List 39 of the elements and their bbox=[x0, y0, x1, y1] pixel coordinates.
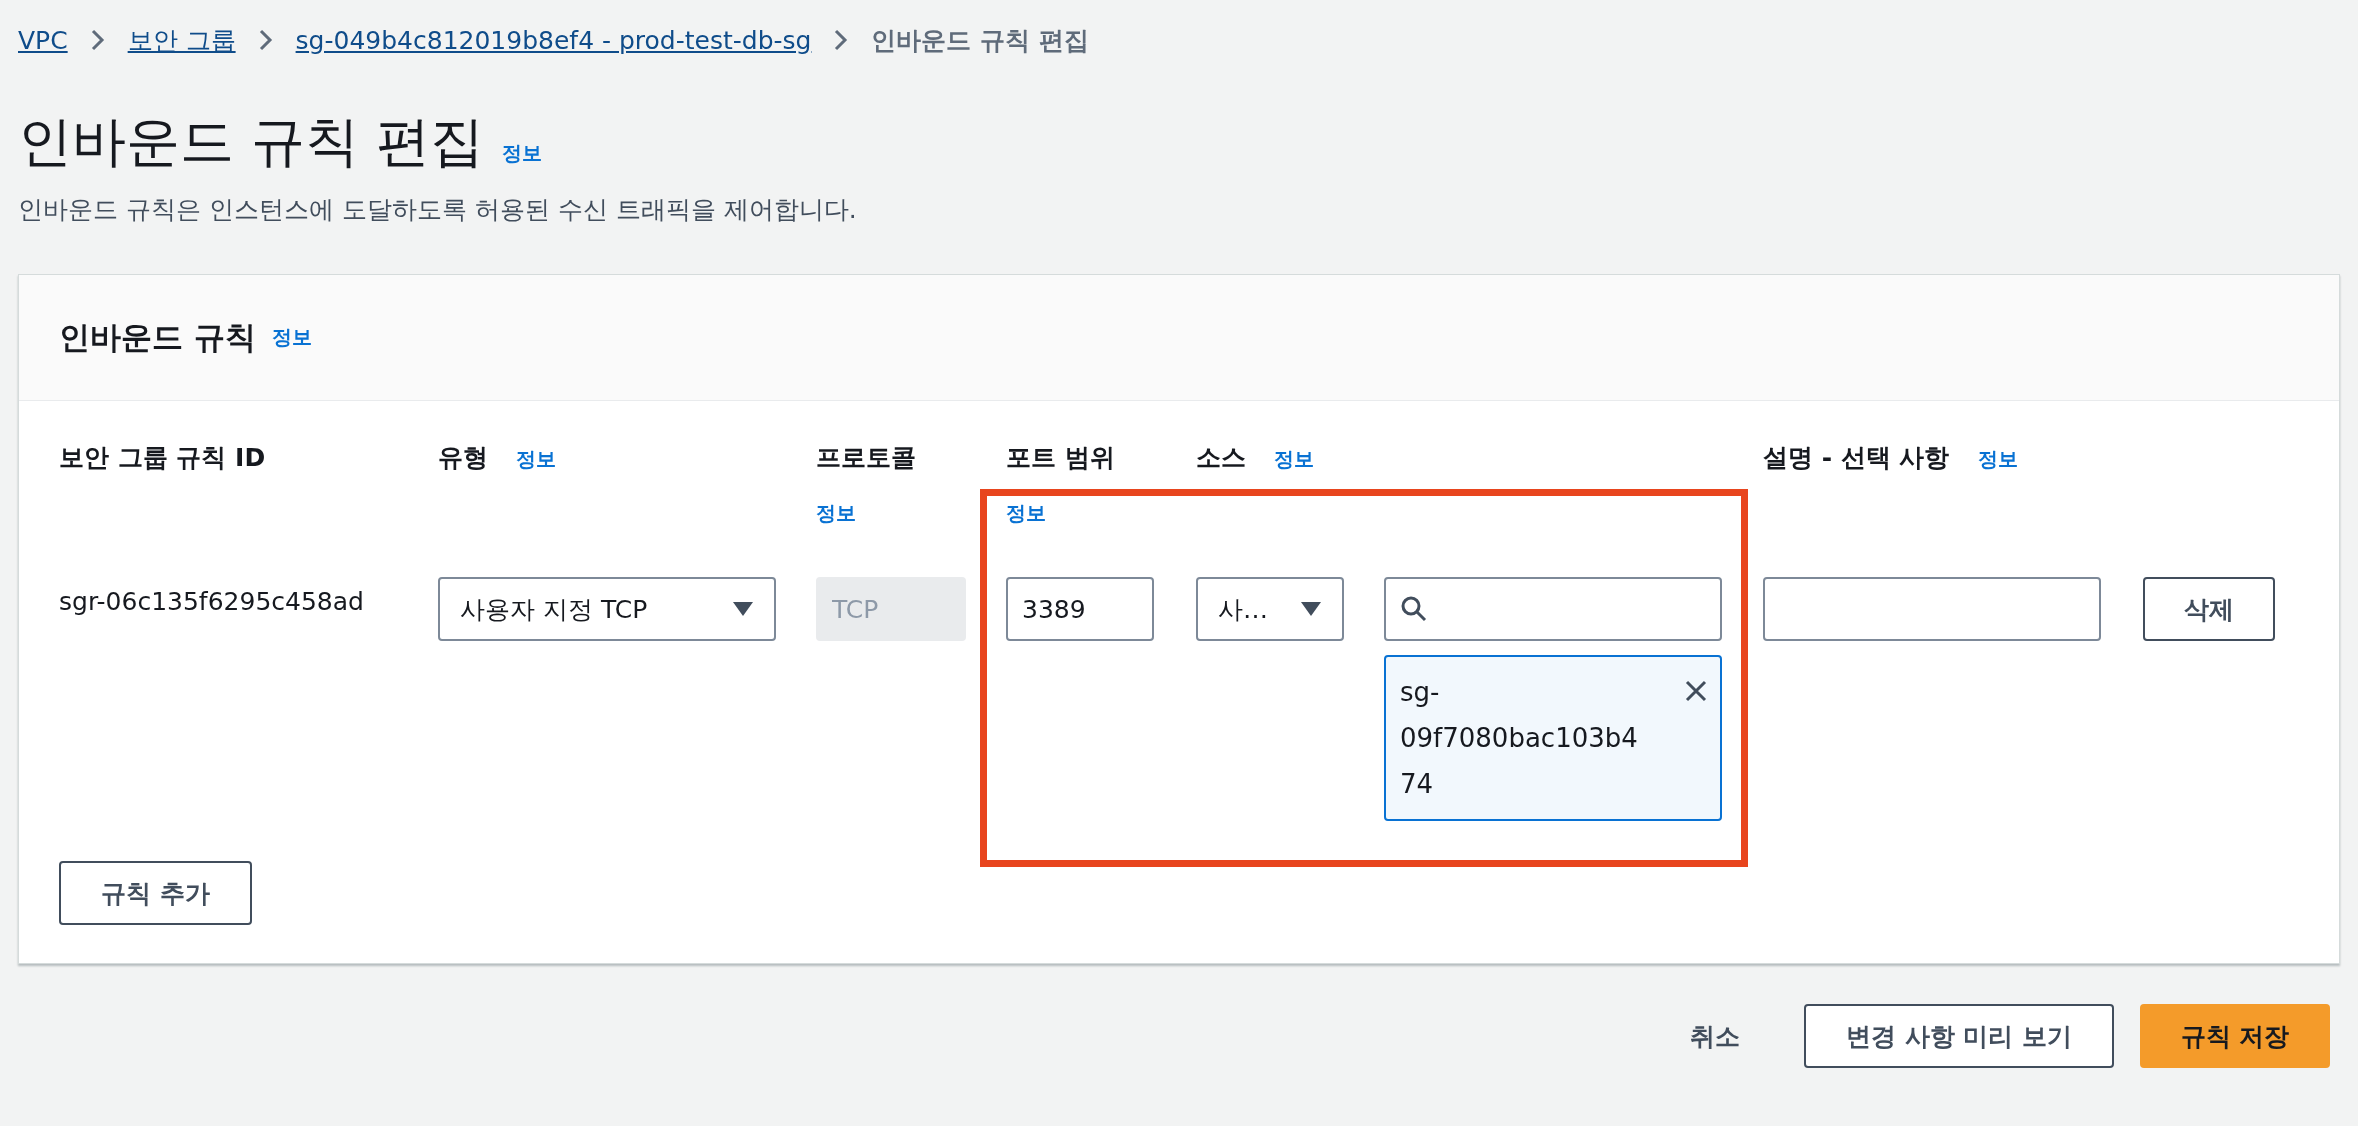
type-dropdown[interactable]: 사용자 지정 TCP bbox=[438, 577, 776, 641]
source-search-field[interactable] bbox=[1384, 577, 1722, 641]
page-title: 인바운드 규칙 편집 bbox=[18, 109, 485, 175]
column-header: 포트 범위 bbox=[1006, 442, 1115, 474]
column-header: 프로토콜 bbox=[816, 442, 916, 474]
info-link[interactable]: 정보 bbox=[271, 324, 312, 351]
search-icon bbox=[1400, 595, 1428, 623]
caret-down-icon bbox=[1300, 601, 1322, 617]
page-description: 인바운드 규칙은 인스턴스에 도달하도록 허용된 수신 트래픽을 제어합니다. bbox=[18, 194, 858, 226]
chevron-right-icon bbox=[89, 28, 106, 52]
breadcrumb-link[interactable]: 보안 그룹 bbox=[127, 23, 236, 57]
current-page-label: 인바운드 규칙 편집 bbox=[871, 24, 1089, 57]
close-icon[interactable] bbox=[1684, 679, 1708, 703]
breadcrumb-link[interactable]: sg-049b4c812019b8ef4 - prod-test-db-sg bbox=[295, 25, 812, 55]
info-link[interactable]: 정보 bbox=[516, 446, 556, 473]
column-header: 유형 bbox=[438, 442, 488, 474]
cancel-button[interactable]: 취소 bbox=[1651, 1004, 1778, 1068]
port-range-field[interactable]: 3389 bbox=[1006, 577, 1154, 641]
info-link[interactable]: 정보 bbox=[1006, 500, 1046, 527]
save-rules-button[interactable]: 규칙 저장 bbox=[2140, 1004, 2330, 1068]
info-link[interactable]: 정보 bbox=[816, 500, 856, 527]
preview-changes-button[interactable]: 변경 사항 미리 보기 bbox=[1803, 1004, 2114, 1068]
column-header: 보안 그룹 규칙 ID bbox=[59, 442, 266, 474]
source-type-dropdown[interactable]: 사… bbox=[1196, 577, 1344, 641]
caret-down-icon bbox=[732, 601, 754, 617]
column-header: 소스 bbox=[1196, 442, 1246, 474]
token-label: sg-09f7080bac103b474 bbox=[1400, 676, 1639, 801]
column-header: 설명 - 선택 사항 bbox=[1763, 442, 1950, 474]
panel-title: 인바운드 규칙 bbox=[59, 317, 256, 357]
add-rule-button[interactable]: 규칙 추가 bbox=[59, 861, 252, 925]
breadcrumb-link[interactable]: VPC bbox=[18, 25, 68, 55]
delete-button[interactable]: 삭제 bbox=[2143, 577, 2275, 641]
chevron-right-icon bbox=[833, 28, 850, 52]
description-field[interactable] bbox=[1763, 577, 2101, 641]
info-link[interactable]: 정보 bbox=[1274, 446, 1314, 473]
chevron-right-icon bbox=[257, 28, 274, 52]
info-link[interactable]: 정보 bbox=[502, 140, 543, 167]
info-link[interactable]: 정보 bbox=[1977, 446, 2018, 473]
rule-id: sgr-06c135f6295c458ad bbox=[59, 587, 364, 616]
